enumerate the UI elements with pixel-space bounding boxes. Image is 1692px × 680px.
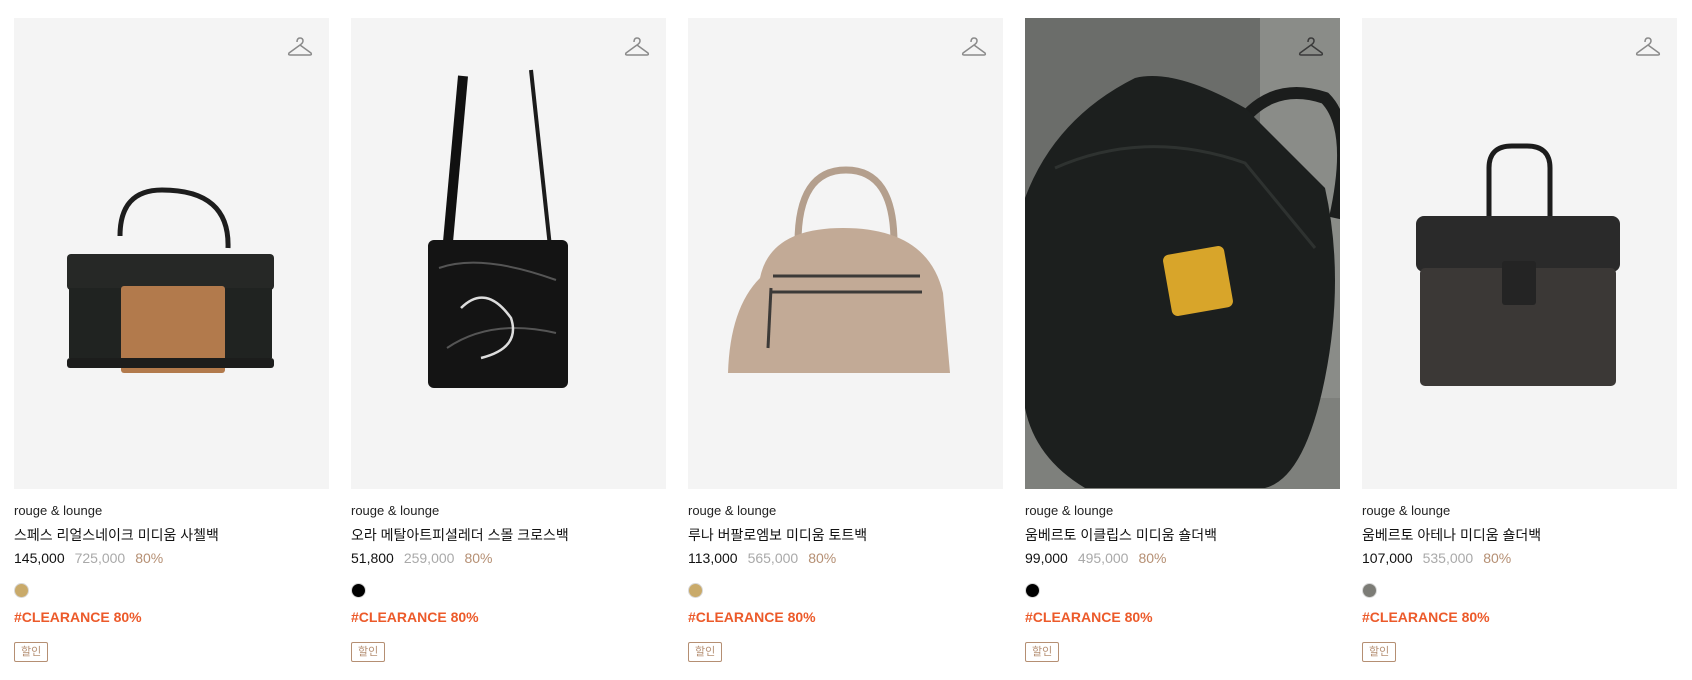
sale-price: 113,000 — [688, 550, 738, 566]
sale-badge: 할인 — [1362, 642, 1397, 662]
product-name[interactable]: 움베르토 이클립스 미디움 숄더백 — [1025, 526, 1340, 545]
original-price: 725,000 — [74, 550, 126, 566]
price-row: 99,000 495,000 80% — [1025, 549, 1340, 568]
hanger-icon[interactable] — [624, 36, 650, 58]
hanger-icon[interactable] — [287, 36, 313, 58]
clearance-tag[interactable]: #CLEARANCE 80% — [1362, 608, 1677, 627]
discount-rate: 80% — [1138, 550, 1167, 566]
product-name[interactable]: 오라 메탈아트피셜레더 스몰 크로스백 — [351, 526, 666, 545]
product-card[interactable]: rouge & lounge 움베르토 아테나 미디움 숄더백 107,000 5… — [1362, 18, 1677, 662]
product-image[interactable] — [1025, 18, 1340, 489]
satchel-bag-image — [67, 187, 274, 373]
hanger-icon[interactable] — [1635, 36, 1661, 58]
sale-badge: 할인 — [351, 642, 386, 662]
product-name[interactable]: 움베르토 아테나 미디움 숄더백 — [1362, 526, 1677, 545]
price-row: 113,000 565,000 80% — [688, 549, 1003, 568]
brand-name: rouge & lounge — [14, 503, 103, 518]
discount-rate: 80% — [135, 550, 164, 566]
color-swatch[interactable] — [351, 583, 366, 598]
original-price: 495,000 — [1077, 550, 1129, 566]
color-swatch[interactable] — [1362, 583, 1377, 598]
product-card[interactable]: rouge & lounge 루나 버팔로엠보 미디움 토트백 113,000 5… — [688, 18, 1003, 662]
product-name[interactable]: 스페스 리얼스네이크 미디움 사첼백 — [14, 526, 329, 545]
clearance-tag[interactable]: #CLEARANCE 80% — [1025, 608, 1340, 627]
product-card[interactable]: rouge & lounge 스페스 리얼스네이크 미디움 사첼백 145,00… — [14, 18, 329, 662]
sale-badge: 할인 — [14, 642, 49, 662]
sale-badge: 할인 — [1025, 642, 1060, 662]
price-row: 145,000 725,000 80% — [14, 549, 329, 568]
original-price: 259,000 — [403, 550, 455, 566]
brand-name: rouge & lounge — [1025, 503, 1114, 518]
sale-price: 51,800 — [351, 550, 394, 566]
sale-price: 107,000 — [1362, 550, 1413, 566]
discount-rate: 80% — [464, 550, 493, 566]
product-image[interactable] — [1362, 18, 1677, 489]
brand-name: rouge & lounge — [688, 503, 777, 518]
shoulder-bag-image — [1025, 18, 1340, 489]
product-name[interactable]: 루나 버팔로엠보 미디움 토트백 — [688, 526, 1003, 545]
color-swatch[interactable] — [14, 583, 29, 598]
product-image[interactable] — [14, 18, 329, 489]
box-bag-image — [1416, 143, 1620, 386]
brand-name: rouge & lounge — [1362, 503, 1451, 518]
sale-price: 99,000 — [1025, 550, 1068, 566]
product-grid: rouge & lounge 스페스 리얼스네이크 미디움 사첼백 145,00… — [14, 18, 1677, 662]
color-swatch[interactable] — [1025, 583, 1040, 598]
clearance-tag[interactable]: #CLEARANCE 80% — [14, 608, 329, 627]
product-image[interactable] — [351, 18, 666, 489]
original-price: 565,000 — [747, 550, 799, 566]
price-row: 51,800 259,000 80% — [351, 549, 666, 568]
tote-bag-image — [728, 166, 950, 373]
hanger-icon[interactable] — [1298, 36, 1324, 58]
discount-rate: 80% — [1483, 550, 1512, 566]
product-card[interactable]: rouge & lounge 움베르토 이클립스 미디움 숄더백 99,000 4… — [1025, 18, 1340, 662]
color-swatch[interactable] — [688, 583, 703, 598]
clearance-tag[interactable]: #CLEARANCE 80% — [351, 608, 666, 627]
sale-badge: 할인 — [688, 642, 723, 662]
product-card[interactable]: rouge & lounge 오라 메탈아트피셜레더 스몰 크로스백 51,80… — [351, 18, 666, 662]
product-image[interactable] — [688, 18, 1003, 489]
brand-name: rouge & lounge — [351, 503, 440, 518]
sale-price: 145,000 — [14, 550, 65, 566]
crossbody-bag-image — [428, 69, 568, 388]
clearance-tag[interactable]: #CLEARANCE 80% — [688, 608, 1003, 627]
original-price: 535,000 — [1422, 550, 1474, 566]
price-row: 107,000 535,000 80% — [1362, 549, 1677, 568]
hanger-icon[interactable] — [961, 36, 987, 58]
discount-rate: 80% — [808, 550, 837, 566]
